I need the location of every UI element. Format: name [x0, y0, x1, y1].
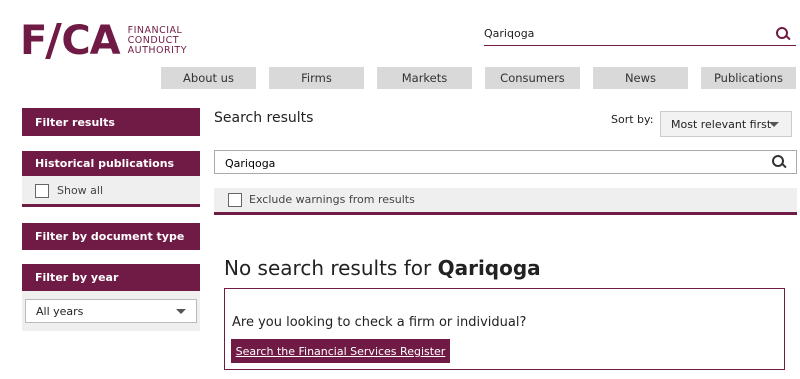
search-icon[interactable] [776, 27, 789, 40]
year-panel: All years [22, 291, 200, 331]
year-select[interactable]: All years [25, 299, 197, 323]
search-icon[interactable] [772, 155, 785, 168]
main-search-input[interactable] [225, 155, 755, 171]
logo-line-3: AUTHORITY [127, 45, 188, 56]
nav-consumers[interactable]: Consumers [485, 67, 580, 89]
sort-select[interactable]: Most relevant first [660, 111, 792, 137]
historical-panel: Show all [22, 176, 200, 207]
exclude-warnings-bar: Exclude warnings from results [214, 188, 797, 215]
filter-document-type-header[interactable]: Filter by document type [22, 223, 200, 250]
logo-mark: F CA [20, 18, 121, 64]
no-results-heading: No search results for Qariqoga [224, 256, 541, 280]
nav-about-us[interactable]: About us [161, 67, 256, 89]
year-select-value: All years [36, 304, 84, 318]
header-search-input[interactable] [484, 22, 764, 45]
show-all-checkbox[interactable] [35, 184, 49, 198]
filter-year-header: Filter by year [22, 264, 200, 291]
nav-markets[interactable]: Markets [377, 67, 472, 89]
show-all-label: Show all [57, 184, 104, 197]
page-title: Search results [214, 110, 314, 126]
exclude-warnings-label: Exclude warnings from results [249, 193, 415, 206]
header-search [484, 22, 796, 46]
historical-publications-header[interactable]: Historical publications [22, 151, 200, 176]
filter-results-header[interactable]: Filter results [22, 108, 200, 136]
no-results-term: Qariqoga [437, 256, 541, 280]
fca-logo[interactable]: F CA FINANCIAL CONDUCT AUTHORITY [20, 20, 187, 62]
firm-check-box: Are you looking to check a firm or indiv… [224, 288, 785, 370]
chevron-down-icon [769, 122, 779, 127]
exclude-warnings-checkbox[interactable] [228, 193, 242, 207]
nav-publications[interactable]: Publications [701, 67, 796, 89]
nav-firms[interactable]: Firms [269, 67, 364, 89]
sort-label: Sort by: [611, 113, 654, 126]
sort-select-value: Most relevant first [671, 117, 772, 131]
logo-wordmark: FINANCIAL CONDUCT AUTHORITY [128, 26, 187, 56]
no-results-text: No search results for [224, 256, 432, 280]
nav-news[interactable]: News [593, 67, 688, 89]
firm-question: Are you looking to check a firm or indiv… [232, 315, 527, 330]
main-search [214, 150, 797, 174]
search-register-button[interactable]: Search the Financial Services Register [231, 339, 450, 363]
chevron-down-icon [176, 309, 186, 314]
